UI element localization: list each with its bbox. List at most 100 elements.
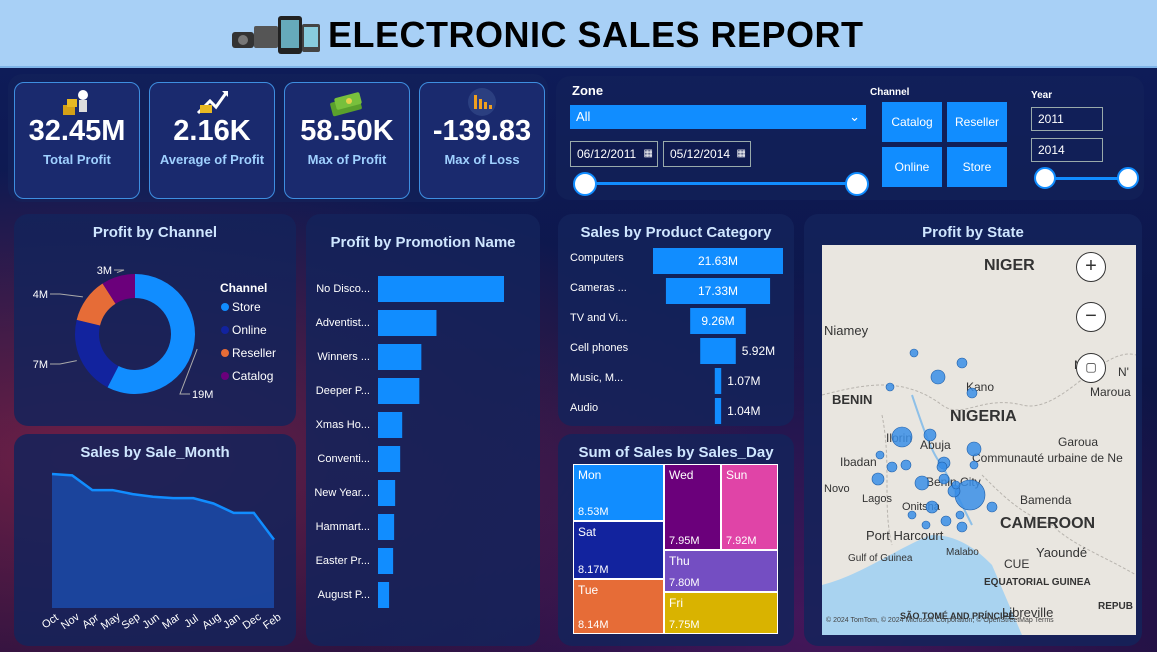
channel-online-button[interactable]: Online <box>882 147 942 187</box>
date-start-input[interactable]: 06/12/2011 ▦ <box>570 141 658 167</box>
year-slider-track[interactable] <box>1044 177 1128 180</box>
page-title: ELECTRONIC SALES REPORT <box>328 14 864 55</box>
funnel-category-label: Cameras ... <box>570 282 627 294</box>
treemap-tile[interactable]: Tue 8.14M <box>573 579 664 634</box>
kpi-total-profit: 32.45M Total Profit <box>14 82 140 199</box>
treemap-tile[interactable]: Sat 8.17M <box>573 521 664 579</box>
promotion-bar[interactable] <box>378 344 422 370</box>
channel-store-button[interactable]: Store <box>947 147 1007 187</box>
treemap-label: Wed <box>669 468 694 482</box>
area-chart: OctNovAprMaySepJunMar Jul AugJanDecFeb <box>40 472 283 632</box>
promotion-bar[interactable] <box>378 514 395 540</box>
map-bubble[interactable] <box>940 515 952 527</box>
bar-category-label: Adventist... <box>316 317 370 329</box>
zone-dropdown[interactable]: All ⌄ <box>570 105 866 129</box>
map-bubble[interactable] <box>891 426 913 448</box>
map-bubble[interactable] <box>925 500 939 514</box>
bar-category-label: Deeper P... <box>316 385 370 397</box>
map-bubble[interactable] <box>956 357 968 369</box>
map-bubble[interactable] <box>936 461 948 473</box>
funnel-bar[interactable] <box>714 368 722 394</box>
year-end-input[interactable]: 2014 <box>1031 138 1103 162</box>
x-tick-label: Mar <box>160 611 183 632</box>
map-bubble[interactable] <box>966 441 982 457</box>
x-tick-label: Aug <box>200 611 223 632</box>
kpi-average-profit: 2.16K Average of Profit <box>149 82 275 199</box>
date-start-value: 06/12/2011 <box>577 147 637 161</box>
map-bubble[interactable] <box>909 348 919 358</box>
select-area-button[interactable]: ▢ <box>1076 353 1106 383</box>
treemap-tile[interactable]: Sun 7.92M <box>721 464 778 550</box>
map-bubble[interactable] <box>923 428 937 442</box>
date-slider-track[interactable] <box>584 182 856 185</box>
bar-category-label: August P... <box>318 589 370 601</box>
funnel-bar[interactable] <box>714 398 722 424</box>
map-bubble[interactable] <box>914 475 930 491</box>
donut-slice[interactable] <box>75 319 119 388</box>
chart-decline-icon <box>468 88 496 116</box>
zoom-out-button[interactable]: − <box>1076 302 1106 332</box>
zoom-in-button[interactable]: + <box>1076 252 1106 282</box>
treemap-tile[interactable]: Fri 7.75M <box>664 592 778 634</box>
map-bubble[interactable] <box>969 460 979 470</box>
funnel-category-label: Cell phones <box>570 342 629 354</box>
map-bubble[interactable] <box>900 459 912 471</box>
promotion-bar[interactable] <box>378 412 403 438</box>
bar-category-label: Hammart... <box>316 521 370 533</box>
legend-item[interactable]: Online <box>232 323 267 337</box>
date-slider-start-handle[interactable] <box>573 172 597 196</box>
treemap-tile[interactable]: Wed 7.95M <box>664 464 721 550</box>
promotion-bar[interactable] <box>378 480 396 506</box>
map-bubble[interactable] <box>885 382 895 392</box>
sales-by-category-card: Sales by Product Category Computers 21.63… <box>558 214 794 426</box>
map-bubble[interactable] <box>930 369 946 385</box>
funnel-data-label: 5.92M <box>742 344 775 358</box>
map-bubble[interactable] <box>886 461 898 473</box>
x-tick-label: Apr <box>80 612 101 632</box>
map-bubble[interactable] <box>966 387 978 399</box>
promotion-bar[interactable] <box>378 276 504 302</box>
year-slider-end-handle[interactable] <box>1117 167 1139 189</box>
treemap-label: Mon <box>578 468 602 482</box>
treemap-tile[interactable]: Mon 8.53M <box>573 464 664 521</box>
map-bubble[interactable] <box>956 521 968 533</box>
area-fill <box>52 474 274 608</box>
year-start-input[interactable]: 2011 <box>1031 107 1103 131</box>
legend-item[interactable]: Reseller <box>232 346 276 360</box>
promotion-bar[interactable] <box>378 446 401 472</box>
map-bubble[interactable] <box>875 450 885 460</box>
calendar-icon[interactable]: ▦ <box>644 142 653 166</box>
funnel-data-label: 21.63M <box>698 254 738 268</box>
calendar-icon[interactable]: ▦ <box>737 142 746 166</box>
donut-chart: 19M 7M 4M 3M Channel Store Online Reseller Catal… <box>33 265 276 401</box>
date-end-input[interactable]: 05/12/2014 ▦ <box>663 141 751 167</box>
channel-catalog-button[interactable]: Catalog <box>882 102 942 142</box>
map-bubble[interactable] <box>955 510 965 520</box>
map-bubble[interactable] <box>907 510 917 520</box>
promotion-bar[interactable] <box>378 378 420 404</box>
promotion-bar[interactable] <box>378 582 390 608</box>
date-slider-end-handle[interactable] <box>845 172 869 196</box>
map-bubble[interactable] <box>951 480 961 490</box>
kpi-value: 58.50K <box>300 115 394 147</box>
promotion-bar[interactable] <box>378 548 394 574</box>
state-map[interactable]: NIGERNiameyBENINNIGERIAKanoAbujaIlorinIb… <box>822 245 1136 635</box>
map-bubble[interactable] <box>871 472 885 486</box>
map-bubble[interactable] <box>921 520 931 530</box>
kpi-value: -139.83 <box>432 115 532 147</box>
legend-item[interactable]: Store <box>232 300 261 314</box>
map-bubble[interactable] <box>938 473 950 485</box>
legend-item[interactable]: Catalog <box>232 369 273 383</box>
legend-title: Channel <box>220 281 267 295</box>
treemap-tile[interactable]: Thu 7.80M <box>664 550 778 592</box>
treemap-value: 7.92M <box>726 535 757 547</box>
promotion-bar[interactable] <box>378 310 437 336</box>
treemap-value: 8.14M <box>578 619 609 631</box>
treemap-value: 7.75M <box>669 619 700 631</box>
funnel-data-label: 17.33M <box>698 284 738 298</box>
treemap-value: 7.95M <box>669 535 700 547</box>
year-slider-start-handle[interactable] <box>1034 167 1056 189</box>
funnel-bar[interactable] <box>700 338 736 364</box>
channel-reseller-button[interactable]: Reseller <box>947 102 1007 142</box>
map-bubble[interactable] <box>986 501 998 513</box>
